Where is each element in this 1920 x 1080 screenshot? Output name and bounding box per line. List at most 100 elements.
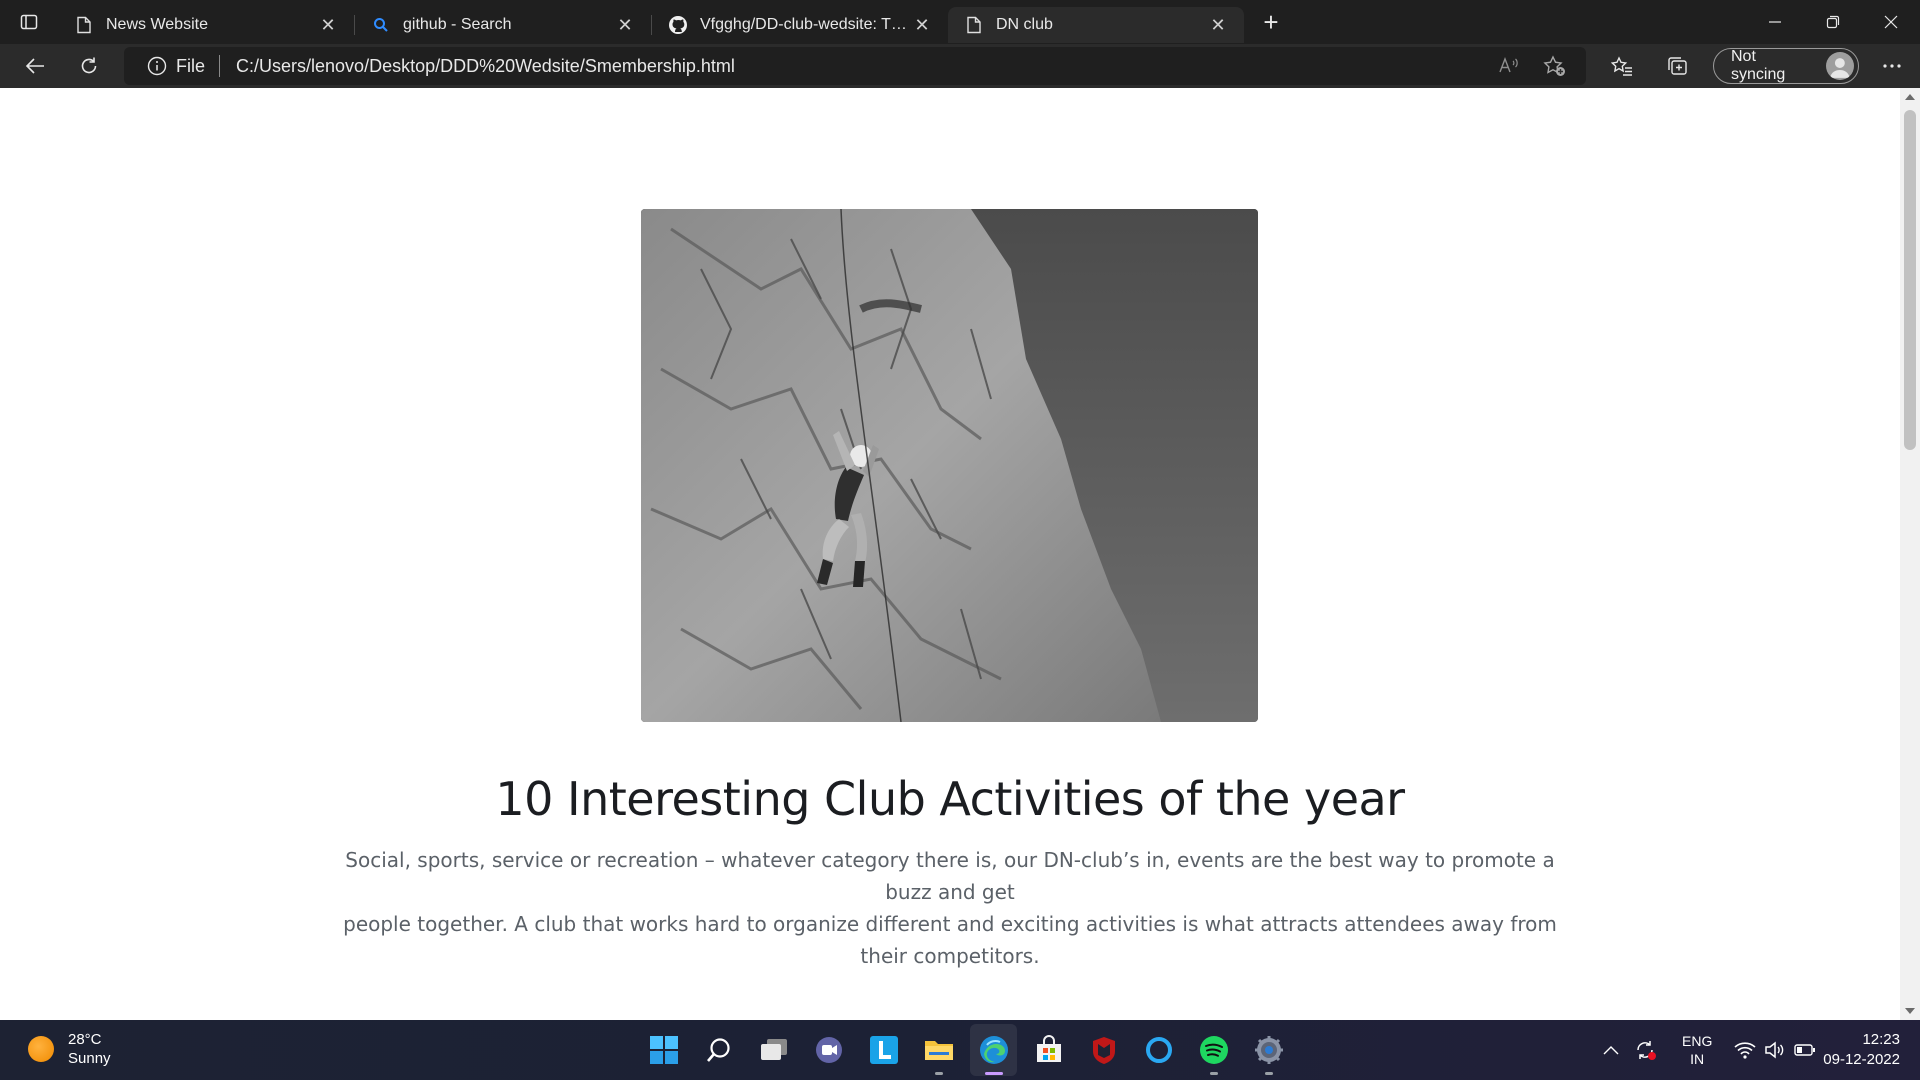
tab-github-search[interactable]: github - Search ✕ (355, 7, 651, 43)
close-icon[interactable]: ✕ (613, 13, 637, 37)
close-icon[interactable]: ✕ (1206, 13, 1230, 37)
taskbar-apps (636, 1020, 1296, 1080)
cortana-button[interactable] (1131, 1020, 1186, 1080)
back-button[interactable] (8, 44, 62, 88)
tab-title: github - Search (403, 16, 512, 33)
tab-strip: News Website ✕ github - Search ✕ Vfgghg/… (0, 0, 1920, 44)
settings-more-button[interactable] (1865, 44, 1920, 88)
spotify-button[interactable] (1186, 1020, 1241, 1080)
page-viewport: 10 Interesting Club Activities of the ye… (0, 88, 1900, 1020)
url-scheme-label: File (176, 55, 206, 76)
read-aloud-icon[interactable] (1486, 47, 1532, 85)
browser-toolbar: File C:/Users/lenovo/Desktop/DDD%20Wedsi… (0, 44, 1920, 88)
restore-icon (1826, 15, 1840, 29)
weather-text: 28°C Sunny (68, 1030, 111, 1068)
refresh-button[interactable] (62, 44, 116, 88)
wifi-icon[interactable] (1730, 1020, 1760, 1080)
running-indicator (984, 1072, 1003, 1075)
l-app-icon (869, 1036, 898, 1064)
close-window-button[interactable] (1862, 0, 1920, 44)
store-icon (1036, 1035, 1061, 1062)
tab-actions-button[interactable] (0, 0, 58, 44)
l-app-button[interactable] (856, 1020, 911, 1080)
chevron-up-icon[interactable] (1596, 1020, 1626, 1080)
collections-icon[interactable] (1650, 44, 1706, 88)
address-divider (219, 55, 221, 77)
window-controls (1746, 0, 1920, 44)
address-bar-actions (1486, 47, 1578, 85)
tab-actions-icon (20, 14, 38, 30)
url-text[interactable]: C:/Users/lenovo/Desktop/DDD%20Wedsite/Sm… (236, 56, 735, 77)
search-icon (706, 1038, 730, 1062)
taskbar-search-button[interactable] (691, 1020, 746, 1080)
cortana-icon (1145, 1037, 1172, 1063)
volume-icon[interactable] (1760, 1020, 1790, 1080)
minimize-icon (1769, 21, 1781, 23)
tab-dn-club[interactable]: DN club ✕ (948, 7, 1244, 43)
search-icon (371, 15, 391, 35)
sync-status-label: Not syncing (1731, 48, 1786, 83)
page-icon (964, 15, 984, 35)
add-favorite-icon[interactable] (1532, 47, 1578, 85)
system-clock[interactable]: 12:23 09-12-2022 (1823, 1030, 1900, 1070)
close-icon[interactable]: ✕ (316, 13, 340, 37)
mcafee-icon (1092, 1037, 1115, 1064)
start-button[interactable] (636, 1020, 691, 1080)
new-tab-button[interactable]: + (1248, 4, 1294, 40)
close-icon (1884, 15, 1898, 29)
running-indicator (1264, 1072, 1273, 1075)
weather-widget[interactable]: 28°C Sunny (28, 1030, 111, 1068)
sunny-weather-icon (28, 1036, 54, 1062)
address-bar[interactable]: File C:/Users/lenovo/Desktop/DDD%20Wedsi… (124, 47, 1586, 85)
minimize-button[interactable] (1746, 0, 1804, 44)
toolbar-right: Not syncing (1594, 44, 1920, 88)
tab-title: Vfgghg/DD-club-wedsite: This is (700, 16, 910, 33)
battery-icon[interactable] (1790, 1020, 1820, 1080)
tab-title: DN club (996, 16, 1053, 33)
scroll-down-arrow-icon[interactable] (1905, 1008, 1915, 1014)
file-explorer-button[interactable] (911, 1020, 966, 1080)
favorites-icon[interactable] (1594, 44, 1650, 88)
windows-taskbar: 28°C Sunny ENG IN 12:23 09-12-2022 (0, 1020, 1920, 1080)
info-icon[interactable] (146, 55, 168, 77)
microsoft-store-button[interactable] (1021, 1020, 1076, 1080)
avatar (1825, 52, 1854, 80)
clock-date: 09-12-2022 (1823, 1051, 1900, 1068)
windows-start-icon (649, 1036, 678, 1064)
weather-condition: Sunny (68, 1050, 111, 1067)
intro-line-1: Social, sports, service or recreation – … (345, 848, 1555, 904)
github-icon (668, 15, 688, 35)
settings-icon (1254, 1036, 1283, 1064)
back-arrow-icon (25, 58, 44, 74)
task-view-button[interactable] (746, 1020, 801, 1080)
scrollbar-thumb[interactable] (1904, 110, 1916, 450)
more-dots-icon (1883, 64, 1901, 68)
refresh-icon (81, 57, 97, 74)
profile-sync-button[interactable]: Not syncing (1713, 48, 1859, 84)
settings-button[interactable] (1241, 1020, 1296, 1080)
page-icon (74, 15, 94, 35)
tab-github-repo[interactable]: Vfgghg/DD-club-wedsite: This is ✕ (652, 7, 948, 43)
clock-time: 12:23 (1862, 1031, 1900, 1048)
restore-button[interactable] (1804, 0, 1862, 44)
close-icon[interactable]: ✕ (910, 13, 934, 37)
edge-button[interactable] (966, 1020, 1021, 1080)
mcafee-button[interactable] (1076, 1020, 1131, 1080)
language-line-1: ENG (1682, 1033, 1713, 1049)
teams-chat-icon (815, 1037, 842, 1063)
edge-icon (979, 1036, 1008, 1064)
tab-news-website[interactable]: News Website ✕ (58, 7, 354, 43)
vertical-scrollbar[interactable] (1900, 88, 1920, 1020)
system-tray: ENG IN (1596, 1020, 1820, 1080)
language-line-2: IN (1690, 1051, 1705, 1067)
intro-paragraph: Social, sports, service or recreation – … (330, 844, 1570, 972)
language-indicator[interactable]: ENG IN (1682, 1032, 1712, 1068)
teams-chat-button[interactable] (801, 1020, 856, 1080)
sync-error-icon[interactable] (1626, 1020, 1666, 1080)
rock-climber-image (641, 209, 1258, 722)
scroll-up-arrow-icon[interactable] (1905, 94, 1915, 100)
running-indicator (934, 1072, 943, 1075)
weather-temperature: 28°C (68, 1031, 102, 1048)
intro-line-2: people together. A club that works hard … (343, 912, 1557, 968)
tab-title: News Website (106, 16, 208, 33)
